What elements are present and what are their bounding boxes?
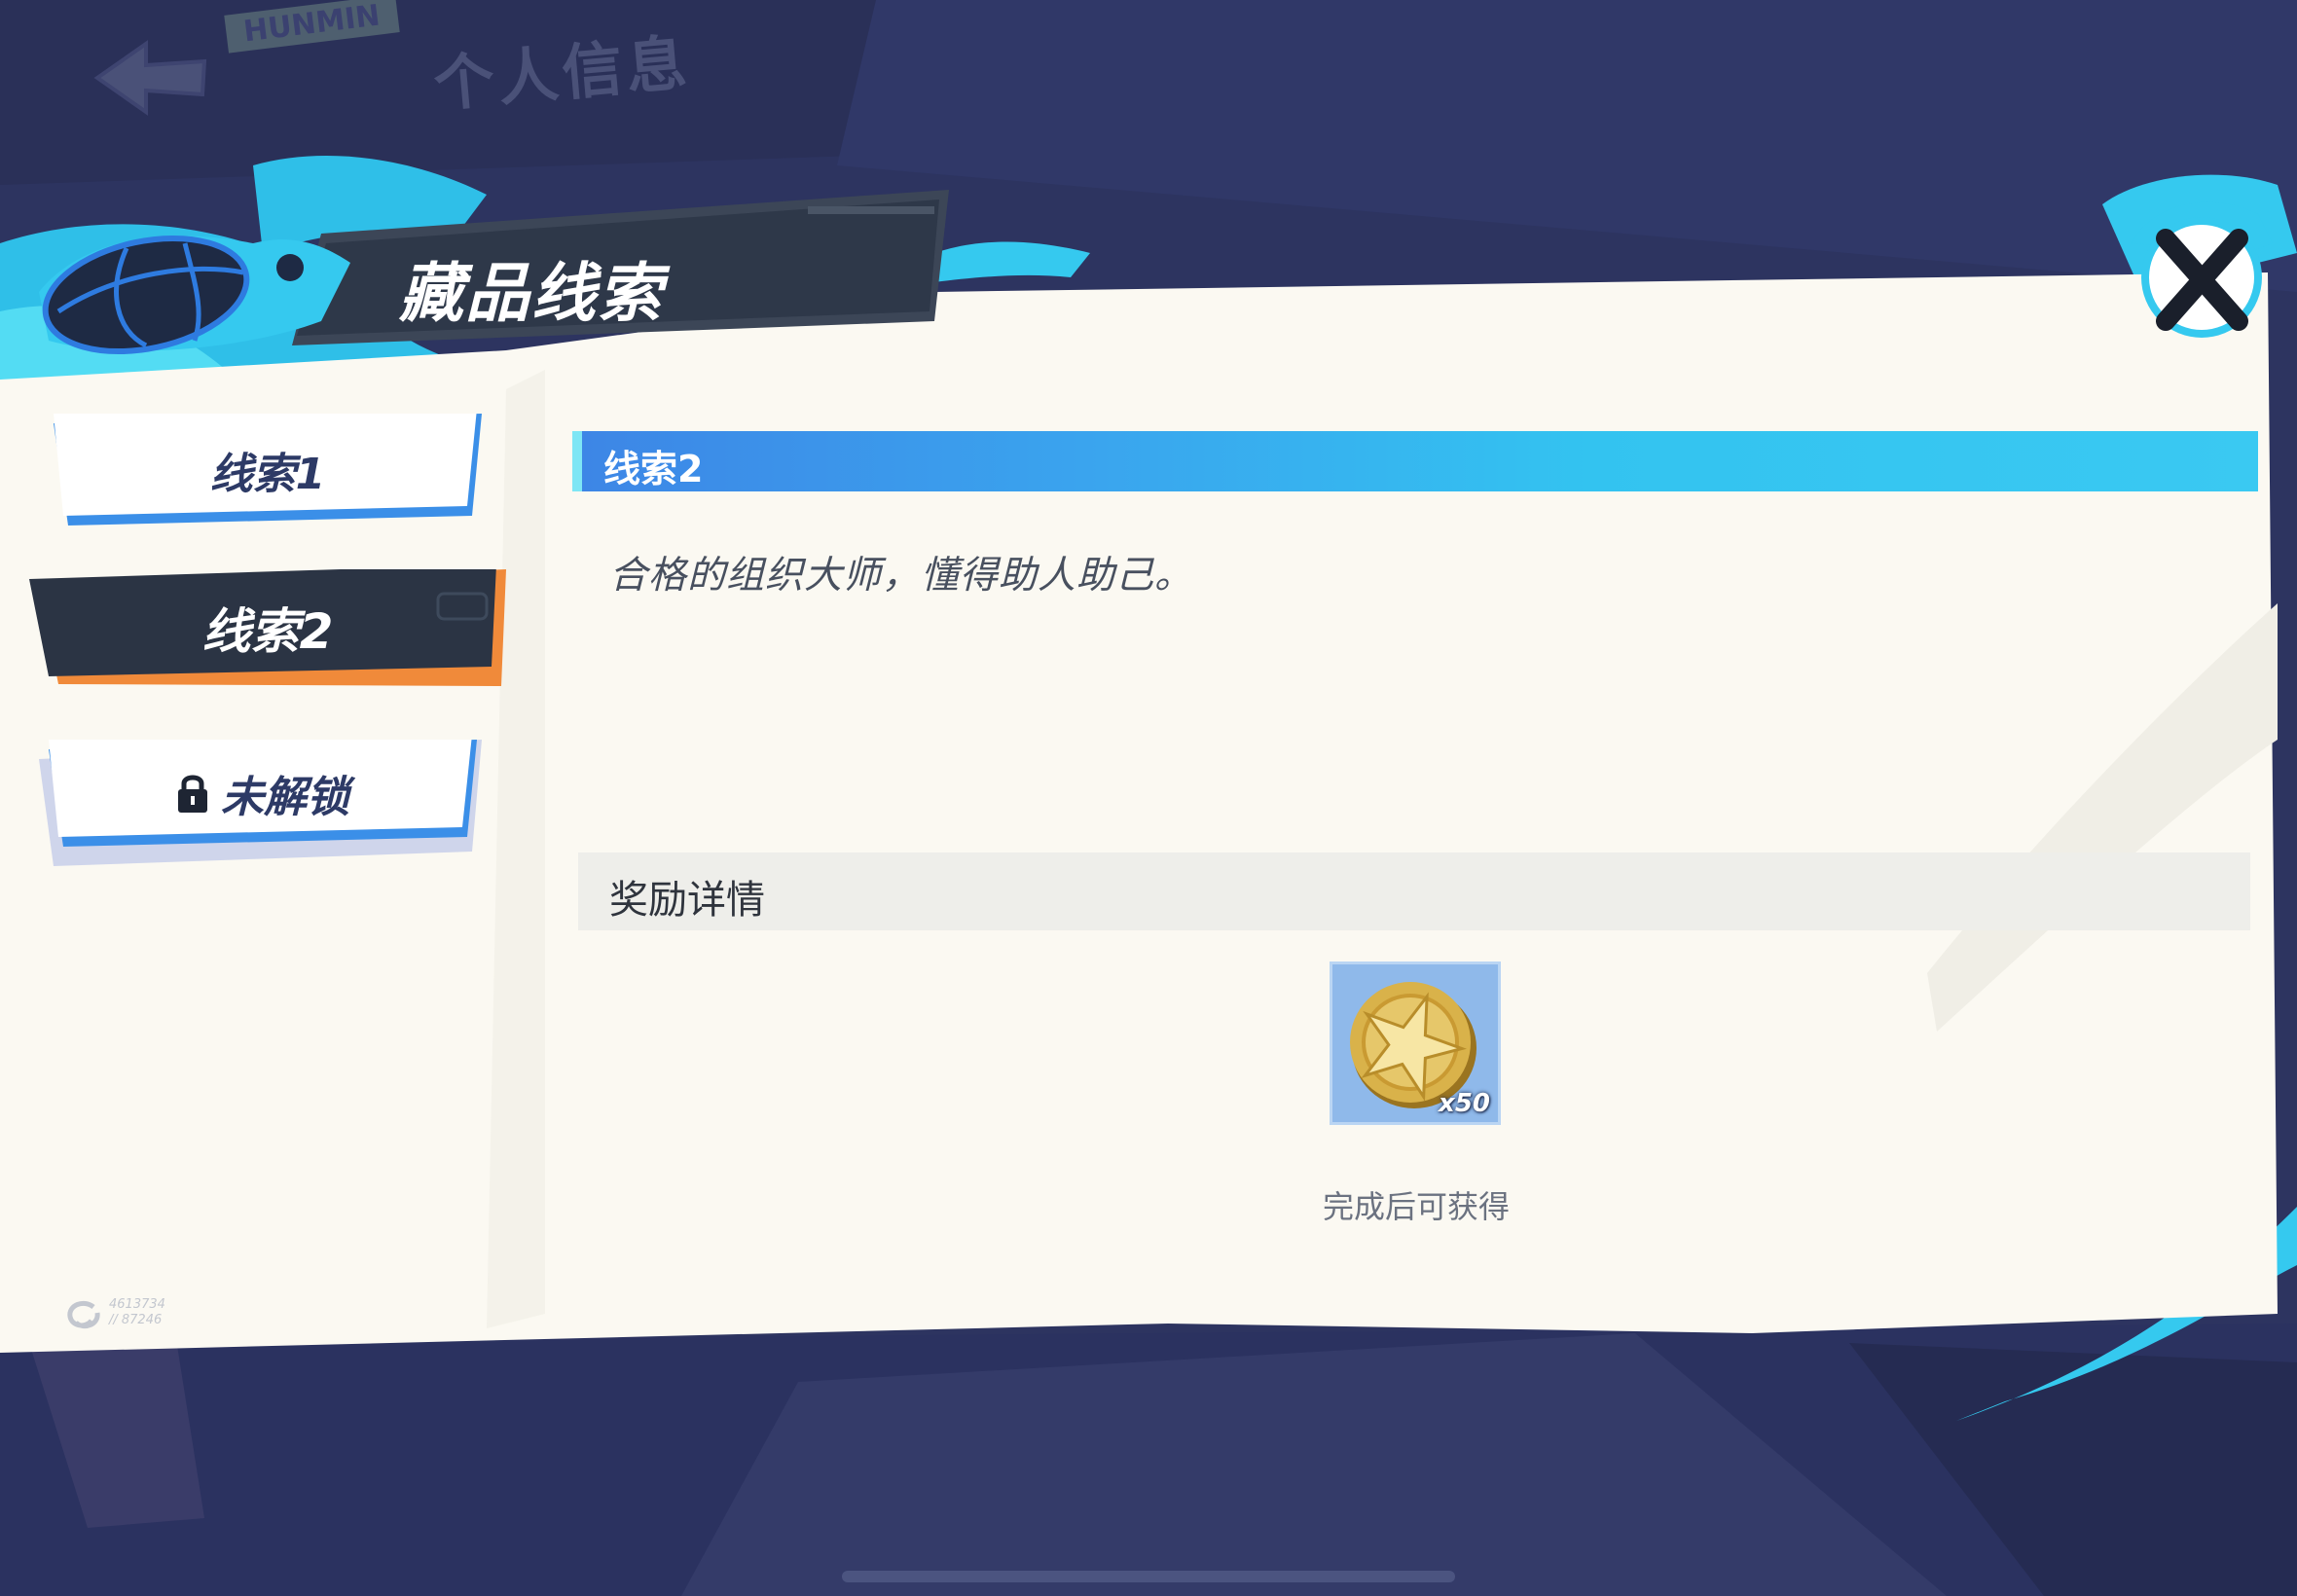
reward-hint: 完成后可获得 (1322, 1188, 1510, 1225)
tab-clue-2-label: 线索2 (201, 603, 334, 660)
reward-section-header: 奖励详情 (578, 852, 2250, 930)
clue-title: 线索2 (603, 448, 704, 490)
reward-section-title: 奖励详情 (609, 878, 765, 923)
tab-clue-2[interactable]: 线索2 (29, 569, 506, 686)
reward-quantity: x50 (1439, 1089, 1490, 1118)
version-line-1: 4613734 (109, 1297, 165, 1312)
version-line-2: // 87246 (109, 1313, 163, 1327)
lock-icon (178, 775, 207, 813)
reward-item[interactable]: x50 (1330, 961, 1501, 1125)
tab-clue-1-label: 线索1 (209, 449, 326, 499)
home-indicator[interactable] (842, 1571, 1455, 1582)
clue-description: 合格的组织大师，懂得助人助己。 (609, 554, 1194, 598)
tab-locked[interactable]: 未解锁 (49, 740, 477, 847)
version-info: 4613734 // 87246 (109, 1297, 165, 1328)
clue-title-bar: 线索2 (572, 431, 2258, 491)
tab-clue-1[interactable]: 线索1 (54, 414, 482, 526)
logo-icon (67, 1300, 100, 1329)
close-icon[interactable] (2112, 185, 2278, 350)
page-title: 藏品线索 (399, 256, 664, 331)
tab-locked-label: 未解锁 (221, 773, 349, 822)
